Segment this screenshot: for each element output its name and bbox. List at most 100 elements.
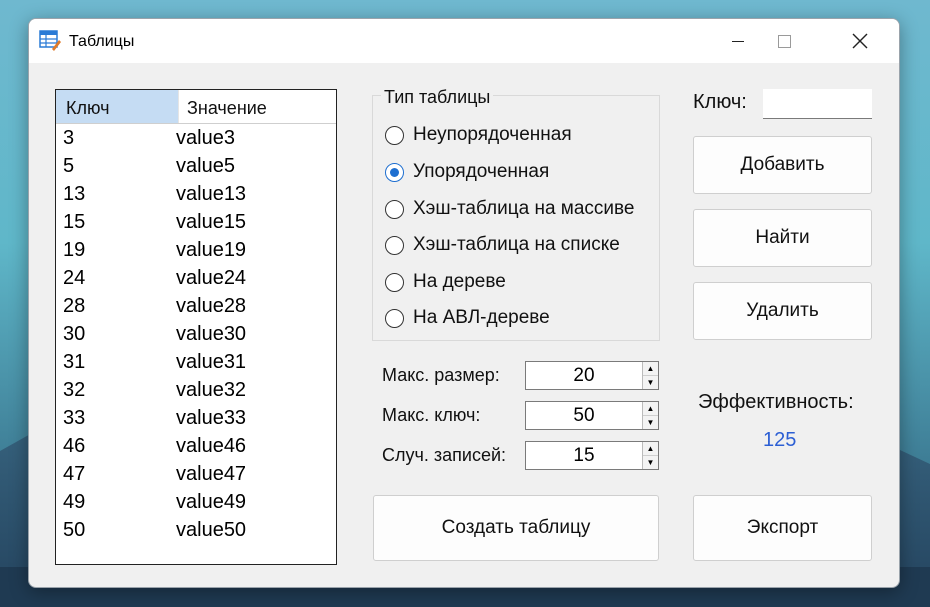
radio-option-0[interactable]: Неупорядоченная [385,123,572,147]
row-key: 31 [63,350,86,373]
radio-circle-icon[interactable] [385,125,404,145]
minimize-button[interactable] [715,19,761,63]
maximize-icon [777,34,791,48]
table-row[interactable]: 28 value28 [56,292,336,320]
spin-down-icon[interactable]: ▼ [643,456,658,469]
radio-label: Хэш-таблица на списке [413,234,620,255]
row-value: value50 [176,518,247,541]
spin-down-icon[interactable]: ▼ [643,416,658,429]
maximize-button[interactable] [761,19,807,63]
row-key: 28 [63,294,86,317]
random-records-label: Случ. записей: [382,445,507,465]
spin-up-icon[interactable]: ▲ [643,442,658,456]
row-value: value46 [176,434,247,457]
client-area: Ключ Значение 3 value3 5 value5 13 value13 15 v… [29,63,899,587]
row-value: value24 [176,266,247,289]
row-value: value49 [176,490,247,513]
random-records-stepper[interactable]: 15 ▲ ▼ [525,441,659,470]
spin-up-icon[interactable]: ▲ [643,402,658,416]
max-size-label: Макс. размер: [382,365,500,385]
row-key: 46 [63,434,86,457]
row-key: 5 [63,154,75,177]
radio-selected-dot-icon [390,167,399,177]
row-value: value5 [176,154,235,177]
table-row[interactable]: 47 value47 [56,460,336,488]
radio-circle-icon[interactable] [385,162,404,182]
row-key: 50 [63,518,86,541]
spin-down-icon[interactable]: ▼ [643,376,658,389]
row-key: 13 [63,182,86,205]
spin-up-icon[interactable]: ▲ [643,362,658,376]
radio-option-5[interactable]: На АВЛ-дереве [385,306,550,330]
column-header-value[interactable]: Значение [178,90,336,123]
row-value: value32 [176,378,247,401]
table-row[interactable]: 32 value32 [56,376,336,404]
table-row[interactable]: 19 value19 [56,236,336,264]
row-key: 19 [63,238,86,261]
close-icon [852,33,868,49]
max-size-stepper[interactable]: 20 ▲ ▼ [525,361,659,390]
find-button[interactable]: Найти [693,209,872,267]
max-key-value[interactable]: 50 [526,402,642,429]
export-button[interactable]: Экспорт [693,495,872,561]
table-row[interactable]: 5 value5 [56,152,336,180]
listview-header: Ключ Значение [56,90,336,124]
radio-option-1[interactable]: Упорядоченная [385,160,549,184]
table-type-group-title: Тип таблицы [381,87,494,108]
row-value: value3 [176,126,235,149]
add-button[interactable]: Добавить [693,136,872,194]
column-header-key[interactable]: Ключ [56,90,178,123]
row-key: 15 [63,210,86,233]
row-key: 3 [63,126,75,149]
radio-label: На дереве [413,271,506,292]
table-listview[interactable]: Ключ Значение 3 value3 5 value5 13 value13 15 v… [55,89,337,565]
radio-label: На АВЛ-дереве [413,307,550,328]
row-value: value19 [176,238,247,261]
row-key: 30 [63,322,86,345]
radio-label: Хэш-таблица на массиве [413,198,635,219]
radio-circle-icon[interactable] [385,199,404,219]
key-input[interactable] [763,89,872,119]
row-key: 49 [63,490,86,513]
row-key: 24 [63,266,86,289]
row-value: value13 [176,182,247,205]
radio-circle-icon[interactable] [385,308,404,328]
radio-option-2[interactable]: Хэш-таблица на массиве [385,197,634,221]
create-table-button[interactable]: Создать таблицу [373,495,659,561]
window-title: Таблицы [69,33,135,50]
efficiency-label: Эффективность: [698,391,854,413]
table-row[interactable]: 33 value33 [56,404,336,432]
table-row[interactable]: 46 value46 [56,432,336,460]
max-key-stepper[interactable]: 50 ▲ ▼ [525,401,659,430]
table-row[interactable]: 24 value24 [56,264,336,292]
row-value: value33 [176,406,247,429]
title-bar[interactable]: Таблицы [29,19,899,63]
table-row[interactable]: 3 value3 [56,124,336,152]
row-value: value31 [176,350,247,373]
radio-option-3[interactable]: Хэш-таблица на списке [385,233,620,257]
minimize-icon [732,40,744,42]
table-app-icon [39,30,61,51]
max-key-label: Макс. ключ: [382,405,481,425]
radio-label: Неупорядоченная [413,124,572,145]
table-row[interactable]: 50 value50 [56,516,336,544]
row-value: value28 [176,294,247,317]
random-records-value[interactable]: 15 [526,442,642,469]
row-key: 32 [63,378,86,401]
row-key: 47 [63,462,86,485]
delete-button[interactable]: Удалить [693,282,872,340]
radio-option-4[interactable]: На дереве [385,270,506,294]
max-size-value[interactable]: 20 [526,362,642,389]
table-row[interactable]: 13 value13 [56,180,336,208]
table-row[interactable]: 31 value31 [56,348,336,376]
tables-window: Таблицы Ключ Значение 3 value3 5 value5 13 va… [28,18,900,588]
radio-circle-icon[interactable] [385,272,404,292]
table-row[interactable]: 30 value30 [56,320,336,348]
close-button[interactable] [835,19,885,63]
listview-body: 3 value3 5 value5 13 value13 15 value15 19 value1… [56,124,336,544]
table-row[interactable]: 49 value49 [56,488,336,516]
efficiency-value: 125 [763,429,797,451]
radio-label: Упорядоченная [413,161,550,182]
table-row[interactable]: 15 value15 [56,208,336,236]
radio-circle-icon[interactable] [385,235,404,255]
